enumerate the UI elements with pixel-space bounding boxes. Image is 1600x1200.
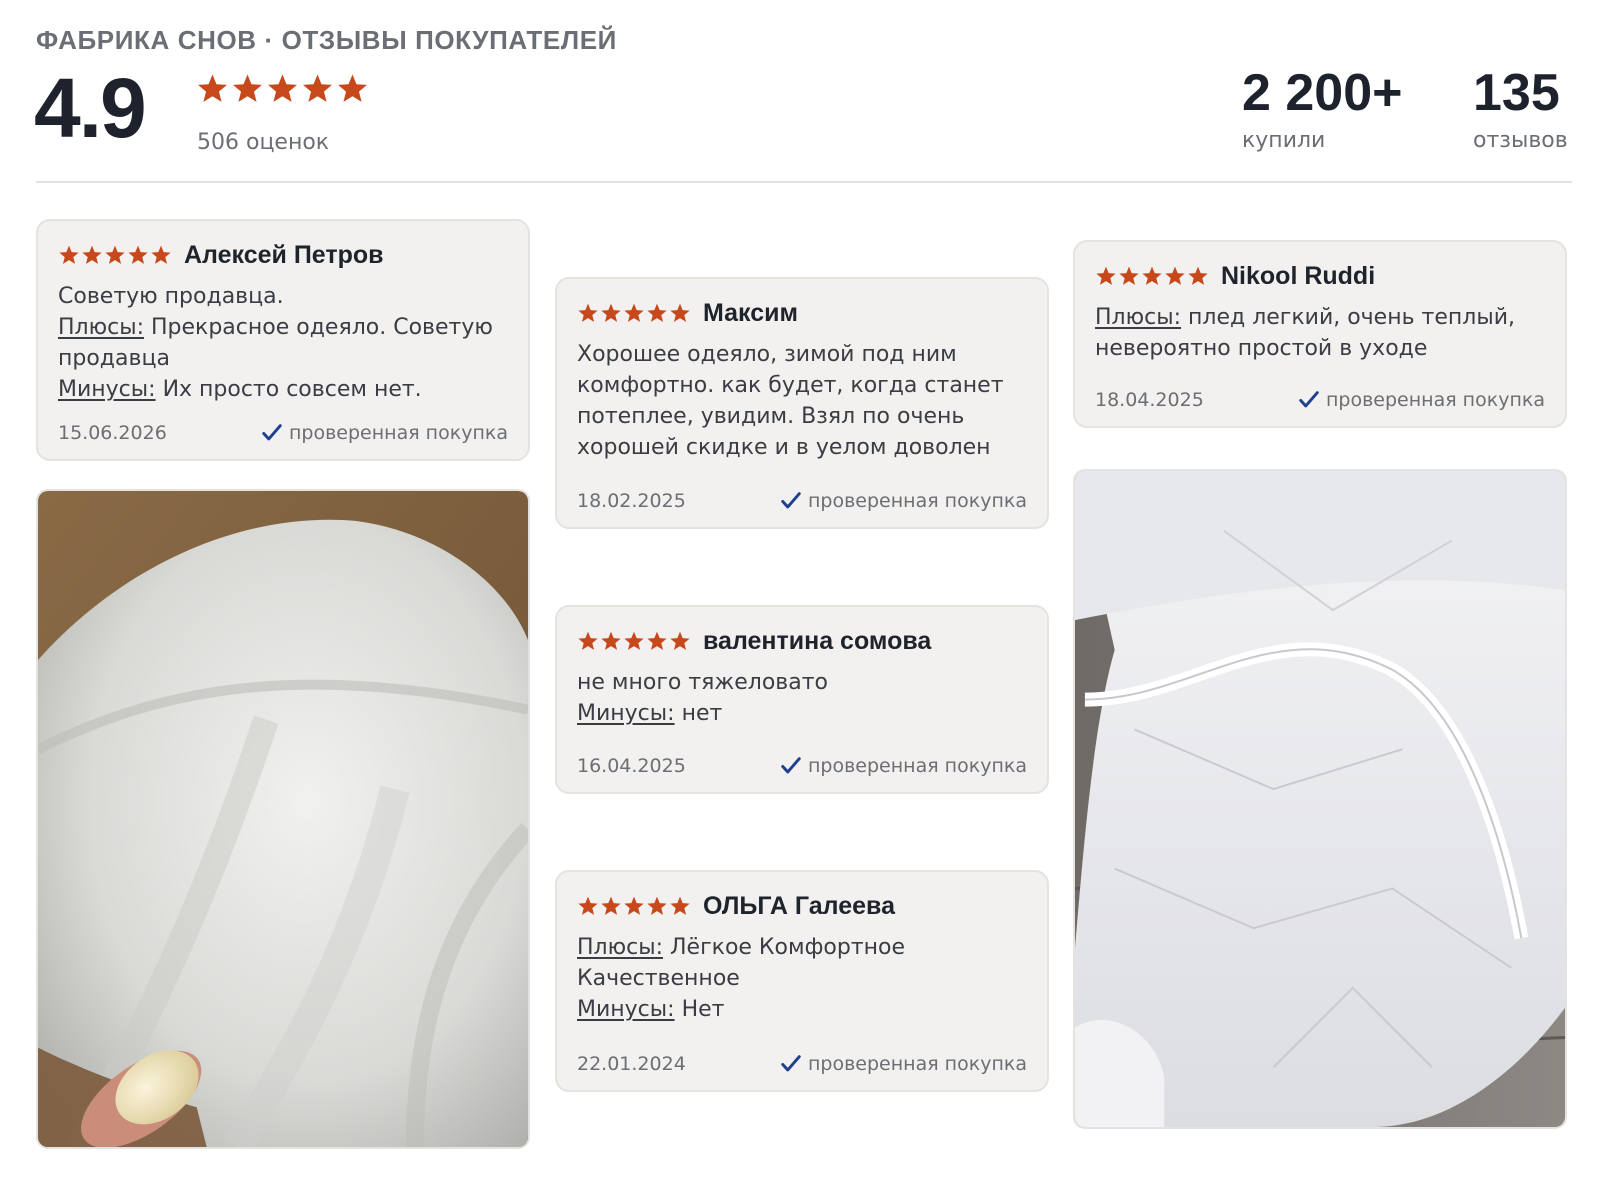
star-icon — [198, 74, 227, 102]
review-photo[interactable] — [36, 489, 530, 1149]
stat-bought: 2 200+ купили — [1242, 58, 1403, 153]
verified-label: проверенная покупка — [288, 422, 508, 444]
blanket-photo — [1075, 471, 1565, 1127]
verified-badge: проверенная покупка — [780, 1053, 1027, 1075]
bought-value: 2 200+ — [1242, 64, 1403, 122]
review-body: Плюсы: плед легкий, очень теплый, неверо… — [1095, 302, 1545, 364]
check-icon — [780, 1053, 802, 1075]
star-icon — [578, 631, 598, 650]
review-card: валентина сомова не много тяжеловато Мин… — [555, 605, 1049, 794]
star-icon — [647, 631, 667, 650]
reviews-value: 135 — [1473, 64, 1560, 122]
review-text: Советую продавца. — [58, 284, 284, 309]
review-date: 15.06.2026 — [58, 422, 167, 444]
star-icon — [268, 74, 297, 102]
review-author: Максим — [703, 298, 798, 327]
review-body: не много тяжеловато Минусы: нет — [577, 667, 1027, 729]
review-card: Nikool Ruddi Плюсы: плед легкий, очень т… — [1073, 240, 1567, 428]
average-stars — [196, 72, 369, 105]
star-icon — [601, 896, 621, 915]
review-author: ОЛЬГА Галеева — [703, 891, 895, 920]
star-icon — [670, 896, 690, 915]
review-text: Хорошее одеяло, зимой под ним комфортно.… — [577, 342, 1004, 460]
verified-label: проверенная покупка — [807, 1053, 1027, 1075]
verified-badge: проверенная покупка — [780, 490, 1027, 512]
review-stars — [577, 302, 691, 324]
star-icon — [624, 303, 644, 322]
average-rating: 4.9 — [34, 61, 147, 155]
pros-label: Плюсы: — [577, 935, 664, 960]
review-card: Максим Хорошее одеяло, зимой под ним ком… — [555, 277, 1049, 529]
star-icon — [338, 74, 367, 102]
verified-label: проверенная покупка — [807, 490, 1027, 512]
review-stars — [1095, 265, 1209, 287]
star-icon — [624, 896, 644, 915]
verified-label: проверенная покупка — [1325, 389, 1545, 411]
star-icon — [624, 631, 644, 650]
cons-label: Минусы: — [577, 997, 675, 1022]
review-photo[interactable] — [1073, 469, 1567, 1129]
review-body: Хорошее одеяло, зимой под ним комфортно.… — [577, 339, 1027, 463]
review-cons: Их просто совсем нет. — [162, 377, 422, 402]
star-icon — [1188, 266, 1208, 285]
star-icon — [670, 631, 690, 650]
review-cons: Нет — [681, 997, 725, 1022]
star-icon — [1096, 266, 1116, 285]
rating-count: 506 оценок — [197, 130, 330, 155]
check-icon — [780, 490, 802, 512]
star-icon — [1142, 266, 1162, 285]
star-icon — [233, 74, 262, 102]
star-icon — [59, 245, 79, 264]
review-text: не много тяжеловато — [577, 670, 829, 695]
star-icon — [105, 245, 125, 264]
star-icon — [647, 303, 667, 322]
page-title: ФАБРИКА СНОВ · ОТЗЫВЫ ПОКУПАТЕЛЕЙ — [36, 25, 617, 55]
review-stars — [577, 630, 691, 652]
check-icon — [780, 755, 802, 777]
blanket-photo — [38, 491, 528, 1147]
check-icon — [261, 422, 283, 444]
review-card: ОЛЬГА Галеева Плюсы: Лёгкое Комфортное К… — [555, 870, 1049, 1092]
review-date: 16.04.2025 — [577, 755, 686, 777]
star-icon — [601, 303, 621, 322]
star-icon — [647, 896, 667, 915]
review-date: 22.01.2024 — [577, 1053, 686, 1075]
star-icon — [1165, 266, 1185, 285]
review-author: валентина сомова — [703, 626, 932, 655]
pros-label: Плюсы: — [1095, 305, 1182, 330]
review-cons: нет — [681, 701, 723, 726]
review-body: Плюсы: Лёгкое Комфортное Качественное Ми… — [577, 932, 1027, 1025]
review-author: Алексей Петров — [184, 240, 384, 269]
bought-label: купили — [1242, 128, 1326, 153]
reviews-label: отзывов — [1473, 128, 1568, 153]
verified-badge: проверенная покупка — [261, 422, 508, 444]
star-icon — [578, 896, 598, 915]
star-icon — [303, 74, 332, 102]
star-icon — [601, 631, 621, 650]
review-body: Советую продавца. Плюсы: Прекрасное одея… — [58, 281, 508, 405]
star-icon — [151, 245, 171, 264]
review-date: 18.02.2025 — [577, 490, 686, 512]
star-icon — [670, 303, 690, 322]
verified-label: проверенная покупка — [807, 755, 1027, 777]
star-icon — [1119, 266, 1139, 285]
cons-label: Минусы: — [577, 701, 675, 726]
star-icon — [578, 303, 598, 322]
verified-badge: проверенная покупка — [780, 755, 1027, 777]
stat-reviews: 135 отзывов — [1473, 58, 1568, 153]
check-icon — [1298, 389, 1320, 411]
review-card: Алексей Петров Советую продавца. Плюсы: … — [36, 219, 530, 461]
header-divider — [36, 181, 1572, 183]
review-author: Nikool Ruddi — [1221, 261, 1376, 290]
star-icon — [128, 245, 148, 264]
pros-label: Плюсы: — [58, 315, 145, 340]
review-stars — [58, 244, 172, 266]
verified-badge: проверенная покупка — [1298, 389, 1545, 411]
cons-label: Минусы: — [58, 377, 156, 402]
review-stars — [577, 895, 691, 917]
review-date: 18.04.2025 — [1095, 389, 1204, 411]
star-icon — [82, 245, 102, 264]
